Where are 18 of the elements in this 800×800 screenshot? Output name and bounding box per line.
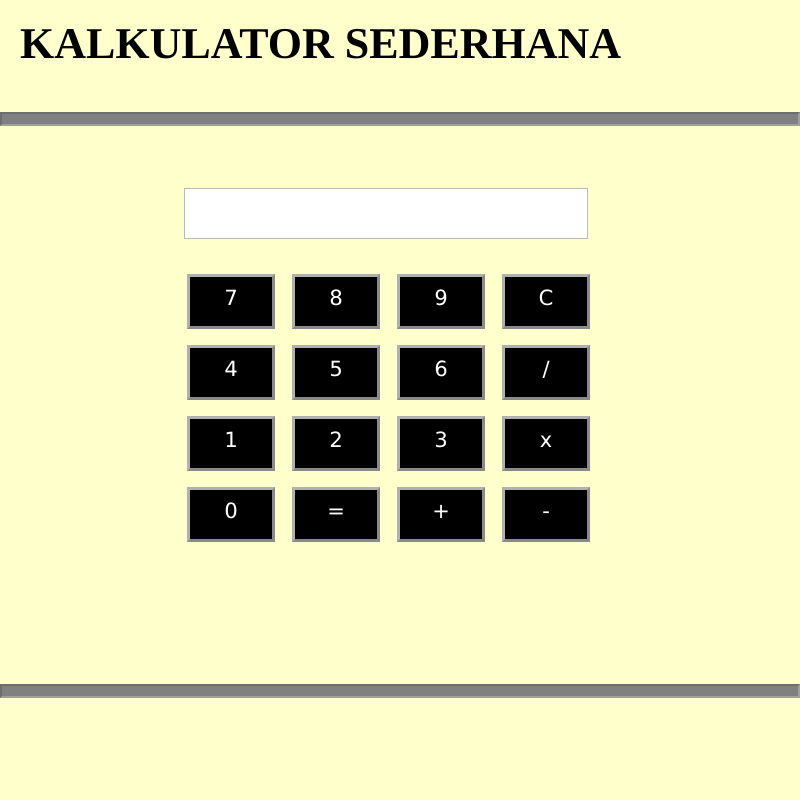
calculator-key[interactable]: x bbox=[502, 416, 590, 471]
calculator-key[interactable]: - bbox=[502, 487, 590, 542]
calculator-key[interactable]: 7 bbox=[187, 274, 275, 329]
calculator-key[interactable]: C bbox=[502, 274, 590, 329]
calculator-key[interactable]: = bbox=[292, 487, 380, 542]
calculator-key[interactable]: 0 bbox=[187, 487, 275, 542]
calculator-key[interactable]: 4 bbox=[187, 345, 275, 400]
calculator-key[interactable]: 1 bbox=[187, 416, 275, 471]
calculator-key[interactable]: 2 bbox=[292, 416, 380, 471]
page-title: KALKULATOR SEDERHANA bbox=[19, 18, 622, 70]
calculator-key[interactable]: 9 bbox=[397, 274, 485, 329]
calculator-key[interactable]: 3 bbox=[397, 416, 485, 471]
display-field[interactable] bbox=[184, 188, 588, 239]
calculator-key[interactable]: 5 bbox=[292, 345, 380, 400]
calculator-key[interactable]: + bbox=[397, 487, 485, 542]
calculator-key[interactable]: 8 bbox=[292, 274, 380, 329]
calculator-key[interactable]: / bbox=[502, 345, 590, 400]
calculator-key[interactable]: 6 bbox=[397, 345, 485, 400]
